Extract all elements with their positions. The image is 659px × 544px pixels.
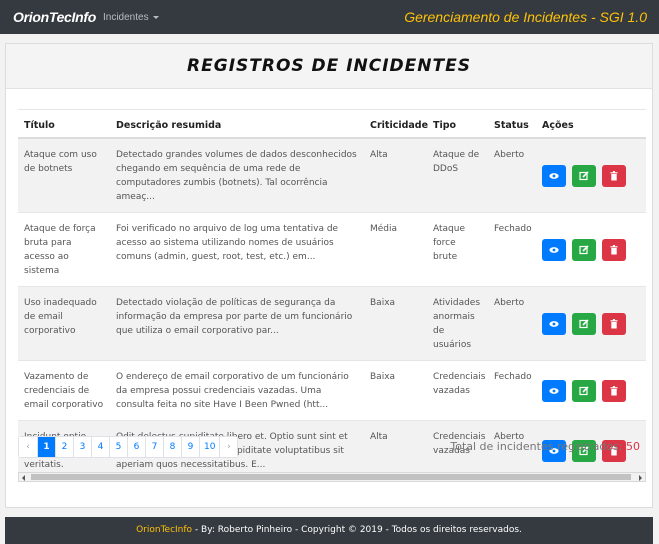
cell-tipo: Ataque de DDoS [427,137,488,213]
incidents-card: REGISTROS DE INCIDENTES Título Descrição… [5,43,653,508]
footer-text: - By: Roberto Pinheiro - Copyright © 201… [192,525,522,535]
cell-status: Aberto [488,286,536,361]
navbar-brand[interactable]: OrionTecInfo [13,9,96,25]
eye-icon [549,321,559,327]
table-row: Ataque de força bruta para acesso ao sis… [18,212,646,287]
total-incidents: Total de incidentes registrados: 50 [450,440,640,453]
cell-titulo: Ataque com uso de botnets [18,137,110,213]
edit-icon [579,386,589,396]
cell-criticidade: Baixa [364,286,427,361]
view-button[interactable] [542,313,566,335]
column-header-descricao[interactable]: Descrição resumida [110,109,364,139]
cell-titulo: Uso inadequado de email corporativo [18,286,110,361]
cell-criticidade: Alta [364,137,427,213]
edit-button[interactable] [571,313,596,335]
page-link-9[interactable]: 9 [181,437,199,457]
trash-icon [610,171,618,181]
view-button[interactable] [542,165,566,187]
pagination-prev[interactable]: ‹ [19,437,37,457]
page-link-5[interactable]: 5 [109,437,127,457]
scroll-right-icon[interactable] [639,475,642,481]
page-title: REGISTROS DE INCIDENTES [187,56,471,76]
edit-button[interactable] [571,380,596,402]
page-link-4[interactable]: 4 [91,437,109,457]
horizontal-scrollbar[interactable] [18,472,646,482]
view-button[interactable] [542,239,566,261]
page-link-10[interactable]: 10 [199,437,220,457]
trash-icon [610,386,618,396]
caret-down-icon [152,15,159,19]
scrollbar-thumb[interactable] [31,474,631,480]
cell-tipo: Credenciais vazadas [427,360,488,421]
column-header-criticidade[interactable]: Criticidade [364,109,428,139]
column-header-titulo[interactable]: Título [18,109,110,139]
footer: OrionTecInfo - By: Roberto Pinheiro - Co… [5,517,653,544]
page-link-6[interactable]: 6 [127,437,145,457]
cell-actions [536,137,646,213]
cell-descricao: Detectado grandes volumes de dados desco… [110,137,364,213]
edit-icon [579,245,589,255]
eye-icon [549,173,559,179]
page-link-7[interactable]: 7 [145,437,163,457]
cell-descricao: Foi verificado no arquivo de log uma ten… [110,212,364,287]
cell-criticidade: Baixa [364,360,427,421]
card-header: REGISTROS DE INCIDENTES [6,44,652,89]
cell-criticidade: Média [364,212,427,287]
footer-brand[interactable]: OrionTecInfo [136,525,192,535]
cell-status: Fechado [488,360,536,421]
trash-icon [610,245,618,255]
page-link-1[interactable]: 1 [37,437,55,457]
scroll-left-icon[interactable] [22,475,25,481]
total-label: Total de incidentes registrados: [450,440,623,453]
cell-status: Fechado [488,212,536,287]
column-header-tipo[interactable]: Tipo [427,109,488,139]
cell-descricao: O endereço de email corporativo de um fu… [110,360,364,421]
column-header-status[interactable]: Status [488,109,536,139]
total-count: 50 [626,440,640,453]
trash-icon [610,319,618,329]
table-row: Vazamento de credenciais de email corpor… [18,360,646,421]
edit-button[interactable] [571,239,596,261]
view-button[interactable] [542,380,566,402]
edit-icon [579,319,589,329]
edit-icon [579,171,589,181]
cell-actions [536,212,646,287]
delete-button[interactable] [601,380,626,402]
system-title: Gerenciamento de Incidentes - SGI 1.0 [404,9,647,25]
eye-icon [549,247,559,253]
incidents-table: Título Descrição resumida Criticidade Ti… [18,109,646,481]
eye-icon [549,388,559,394]
pagination-next[interactable]: › [219,437,238,457]
page-link-8[interactable]: 8 [163,437,181,457]
table-header-row: Título Descrição resumida Criticidade Ti… [18,109,646,139]
cell-status: Aberto [488,137,536,213]
cell-tipo: Atividades anormais de usuários [427,286,488,361]
table-row: Ataque com uso de botnets Detectado gran… [18,137,646,213]
page-link-2[interactable]: 2 [55,437,73,457]
cell-descricao: Detectado violação de políticas de segur… [110,286,364,361]
pagination: ‹ 1 2 3 4 5 6 7 8 9 10 › [18,436,239,458]
delete-button[interactable] [601,313,626,335]
incidentes-dropdown-label: Incidentes [103,12,149,23]
cell-titulo: Vazamento de credenciais de email corpor… [18,360,110,421]
cell-tipo: Ataque force brute [427,212,488,287]
cell-actions [536,286,646,361]
table-row: Uso inadequado de email corporativo Dete… [18,286,646,361]
column-header-acoes: Ações [536,109,646,139]
delete-button[interactable] [601,165,626,187]
cell-titulo: Ataque de força bruta para acesso ao sis… [18,212,110,287]
delete-button[interactable] [601,239,626,261]
page-link-3[interactable]: 3 [73,437,91,457]
cell-actions [536,360,646,421]
incidentes-dropdown[interactable]: Incidentes [103,12,159,23]
edit-button[interactable] [571,165,596,187]
top-navbar: OrionTecInfo Incidentes Gerenciamento de… [0,0,659,34]
